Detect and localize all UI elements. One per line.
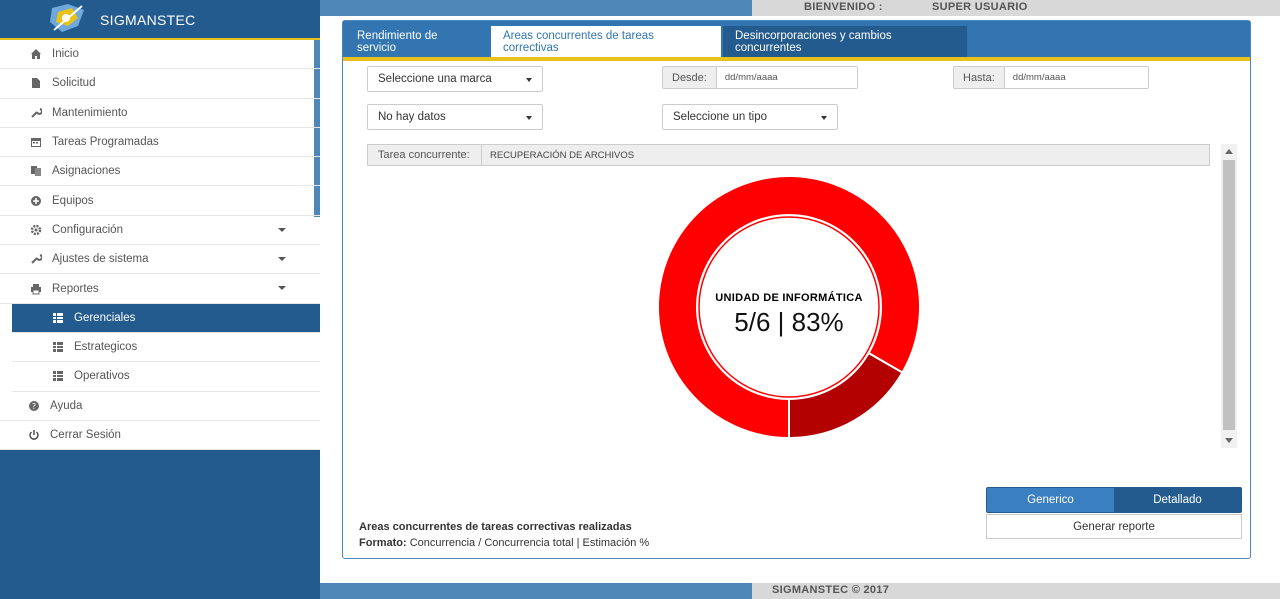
sidebar-item-operativos[interactable]: Operativos bbox=[12, 362, 320, 392]
wrench-icon bbox=[30, 253, 42, 265]
sidebar-item-estrategicos[interactable]: Estrategicos bbox=[12, 333, 320, 363]
footer-accent bbox=[320, 583, 752, 599]
grid-icon bbox=[52, 341, 64, 353]
question-icon: ? bbox=[28, 400, 40, 412]
welcome-label: BIENVENIDO : bbox=[804, 1, 883, 13]
sidebar-item-label: Configuración bbox=[52, 223, 123, 236]
sidebar: SIGMANSTEC Inicio Solicitud Mantenimient… bbox=[0, 0, 320, 599]
footer: SIGMANSTEC © 2017 bbox=[320, 583, 1280, 599]
chevron-down-icon bbox=[526, 116, 532, 120]
brand[interactable]: SIGMANSTEC bbox=[0, 0, 320, 40]
scroll-thumb[interactable] bbox=[1223, 160, 1235, 430]
brand-select-value: Seleccione una marca bbox=[378, 73, 492, 85]
sidebar-item-label: Ajustes de sistema bbox=[52, 253, 149, 266]
sidebar-item-tareas-programadas[interactable]: Tareas Programadas bbox=[0, 128, 320, 158]
sidebar-item-gerenciales[interactable]: Gerenciales bbox=[12, 303, 320, 333]
data-select-value: No hay datos bbox=[378, 111, 446, 123]
logo-icon bbox=[50, 4, 84, 32]
sidebar-item-mantenimiento[interactable]: Mantenimiento bbox=[0, 99, 320, 128]
footer-text: SIGMANSTEC © 2017 bbox=[772, 584, 890, 596]
sidebar-item-reportes[interactable]: Reportes bbox=[0, 274, 320, 304]
scroll-down-icon[interactable] bbox=[1225, 438, 1233, 443]
sidebar-item-ajustes[interactable]: Ajustes de sistema bbox=[0, 245, 320, 275]
type-select-value: Seleccione un tipo bbox=[673, 111, 767, 123]
sidebar-item-label: Mantenimiento bbox=[52, 106, 128, 119]
tab-rendimiento[interactable]: Rendimiento de servicio bbox=[345, 26, 488, 57]
chevron-down-icon bbox=[278, 257, 286, 262]
date-from-group: Desde: dd/mm/aaaa bbox=[662, 66, 858, 89]
task-value: RECUPERACIÓN DE ARCHIVOS bbox=[490, 149, 635, 161]
detailed-button[interactable]: Detallado bbox=[1114, 488, 1241, 512]
report-format-value: Concurrencia / Concurrencia total | Esti… bbox=[409, 537, 650, 549]
plus-circle-icon bbox=[30, 195, 42, 207]
user-name: SUPER USUARIO bbox=[932, 1, 1028, 13]
scroll-up-icon[interactable] bbox=[1225, 149, 1233, 154]
sidebar-item-cerrar-sesion[interactable]: Cerrar Sesión bbox=[0, 421, 320, 451]
sidebar-menu: Inicio Solicitud Mantenimiento Tareas Pr… bbox=[0, 40, 320, 451]
sidebar-item-label: Equipos bbox=[52, 194, 94, 207]
date-to-input[interactable]: dd/mm/aaaa bbox=[1004, 67, 1148, 88]
chevron-down-icon bbox=[526, 78, 532, 82]
chevron-down-icon bbox=[278, 227, 286, 232]
sidebar-item-label: Solicitud bbox=[52, 77, 96, 90]
sidebar-item-label: Cerrar Sesión bbox=[50, 429, 121, 441]
wrench-icon bbox=[30, 107, 42, 119]
report-format-label: Formato: bbox=[359, 537, 407, 549]
task-label: Tarea concurrente: bbox=[368, 145, 482, 165]
files-icon bbox=[30, 165, 42, 177]
date-to-label: Hasta: bbox=[954, 67, 1005, 88]
generic-button[interactable]: Generico bbox=[987, 488, 1114, 512]
sidebar-item-label: Operativos bbox=[74, 370, 130, 383]
chart-center-value: 5/6 | 83% bbox=[734, 307, 844, 337]
generate-report-button[interactable]: Generar reporte bbox=[986, 514, 1242, 539]
sidebar-item-label: Reportes bbox=[52, 282, 99, 295]
sidebar-item-equipos[interactable]: Equipos bbox=[0, 186, 320, 216]
task-row: Tarea concurrente: RECUPERACIÓN DE ARCHI… bbox=[367, 144, 1210, 166]
sidebar-item-inicio[interactable]: Inicio bbox=[0, 40, 320, 70]
report-format: Formato: Concurrencia / Concurrencia tot… bbox=[359, 537, 649, 549]
sidebar-item-label: Asignaciones bbox=[52, 165, 121, 178]
chevron-down-icon bbox=[278, 286, 286, 291]
file-icon bbox=[30, 77, 42, 89]
date-to-group: Hasta: dd/mm/aaaa bbox=[953, 66, 1149, 89]
tab-desincorporaciones[interactable]: Desincorporaciones y cambios concurrente… bbox=[723, 26, 967, 57]
report-panel: Rendimiento de servicio Areas concurrent… bbox=[342, 20, 1251, 559]
sidebar-item-solicitud[interactable]: Solicitud bbox=[0, 69, 320, 99]
gear-icon bbox=[30, 224, 42, 236]
sidebar-item-ayuda[interactable]: ? Ayuda bbox=[0, 392, 320, 421]
home-icon bbox=[30, 48, 42, 60]
report-description-title: Areas concurrentes de tareas correctivas… bbox=[359, 521, 632, 533]
chevron-down-icon bbox=[821, 116, 827, 120]
grid-icon bbox=[52, 370, 64, 382]
data-select[interactable]: No hay datos bbox=[367, 104, 543, 130]
sidebar-item-label: Ayuda bbox=[50, 399, 83, 412]
sidebar-item-asignaciones[interactable]: Asignaciones bbox=[0, 157, 320, 187]
chart-center-title: UNIDAD DE INFORMÁTICA bbox=[715, 292, 863, 304]
svg-text:?: ? bbox=[32, 402, 36, 411]
sidebar-item-label: Estrategicos bbox=[74, 341, 138, 354]
brand-name: SIGMANSTEC bbox=[100, 12, 196, 28]
printer-icon bbox=[30, 283, 42, 295]
top-bar-accent bbox=[320, 0, 752, 16]
tab-areas-concurrentes[interactable]: Areas concurrentes de tareas correctivas bbox=[491, 26, 721, 57]
power-icon bbox=[28, 429, 40, 441]
grid-icon bbox=[52, 312, 64, 324]
report-mode-toggle: Generico Detallado bbox=[986, 487, 1242, 513]
chart-scrollbar[interactable] bbox=[1221, 144, 1237, 448]
tab-bar: Rendimiento de servicio Areas concurrent… bbox=[343, 21, 1250, 61]
sidebar-item-label: Tareas Programadas bbox=[52, 136, 159, 149]
top-bar: BIENVENIDO : SUPER USUARIO bbox=[320, 0, 1280, 16]
type-select[interactable]: Seleccione un tipo bbox=[662, 104, 838, 130]
brand-select[interactable]: Seleccione una marca bbox=[367, 66, 543, 92]
date-from-input[interactable]: dd/mm/aaaa bbox=[716, 67, 857, 88]
date-from-label: Desde: bbox=[663, 67, 717, 88]
sidebar-item-label: Gerenciales bbox=[74, 311, 136, 324]
sidebar-item-label: Inicio bbox=[52, 48, 79, 61]
calendar-icon bbox=[30, 136, 42, 148]
sidebar-item-configuracion[interactable]: Configuración bbox=[0, 216, 320, 246]
